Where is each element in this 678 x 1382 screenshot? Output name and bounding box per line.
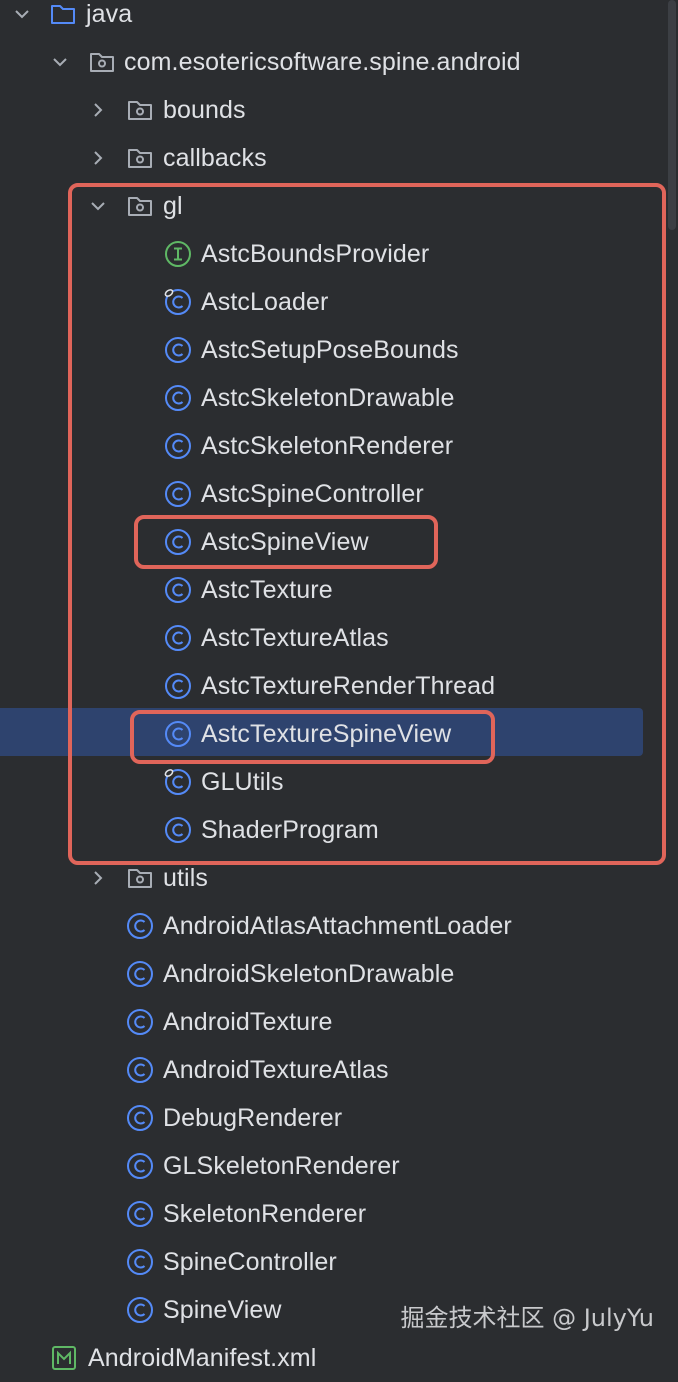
tree-row-label: AndroidManifest.xml [88, 1344, 317, 1372]
tree-row-label: AstcSetupPoseBounds [201, 336, 459, 364]
tree-row-label: SkeletonRenderer [163, 1200, 367, 1228]
tree-row-label: AndroidAtlasAttachmentLoader [163, 912, 512, 940]
class-icon [127, 1249, 153, 1275]
class-icon [165, 337, 191, 363]
folder-icon [51, 5, 75, 24]
chevron-right-icon[interactable] [88, 868, 108, 888]
tree-row-shader-program[interactable]: ShaderProgram [0, 806, 678, 854]
class-icon [127, 1297, 153, 1323]
tree-row-label: SpineView [163, 1296, 282, 1324]
class-icon [165, 433, 191, 459]
tree-row-astc-skeleton-drawable[interactable]: AstcSkeletonDrawable [0, 374, 678, 422]
tree-row-bounds[interactable]: bounds [0, 86, 678, 134]
tree-row-label: AstcSkeletonRenderer [201, 432, 454, 460]
tree-row-package[interactable]: com.esotericsoftware.spine.android [0, 38, 678, 86]
tree-row-label: AstcSpineController [201, 480, 424, 508]
watermark-text: 掘金技术社区 @ JulyYu [400, 1304, 654, 1332]
tree-row-debug-renderer[interactable]: DebugRenderer [0, 1094, 678, 1142]
tree-row-label: AstcSkeletonDrawable [201, 384, 455, 412]
class-icon [127, 913, 153, 939]
class-icon [165, 385, 191, 411]
tree-row-astc-spine-controller[interactable]: AstcSpineController [0, 470, 678, 518]
class-icon [165, 625, 191, 651]
tree-row-label: AndroidSkeletonDrawable [163, 960, 455, 988]
tree-row-spine-controller[interactable]: SpineController [0, 1238, 678, 1286]
tree-row-astc-texture-spine-view[interactable]: AstcTextureSpineView [0, 710, 678, 758]
tree-row-label: AstcTextureRenderThread [201, 672, 496, 700]
chevron-right-icon[interactable] [88, 148, 108, 168]
class-icon [127, 1009, 153, 1035]
package-icon [90, 53, 114, 72]
class-icon [164, 769, 191, 795]
tree-row-label: AstcTextureSpineView [201, 720, 452, 748]
tree-row-android-skeleton-drawable[interactable]: AndroidSkeletonDrawable [0, 950, 678, 998]
tree-row-label: com.esotericsoftware.spine.android [124, 48, 521, 76]
tree-row-gl-skeleton-renderer[interactable]: GLSkeletonRenderer [0, 1142, 678, 1190]
tree-row-astc-loader[interactable]: AstcLoader [0, 278, 678, 326]
class-icon [127, 1105, 153, 1131]
tree-row-astc-bounds-provider[interactable]: AstcBoundsProvider [0, 230, 678, 278]
tree-row-label: AstcTextureAtlas [201, 624, 389, 652]
tree-row-astc-texture-atlas[interactable]: AstcTextureAtlas [0, 614, 678, 662]
package-icon [128, 869, 152, 888]
tree-row-label: gl [163, 192, 183, 220]
tree-row-gl-utils[interactable]: GLUtils [0, 758, 678, 806]
tree-row-label: GLSkeletonRenderer [163, 1152, 400, 1180]
tree-row-astc-skeleton-renderer[interactable]: AstcSkeletonRenderer [0, 422, 678, 470]
tree-row-android-texture[interactable]: AndroidTexture [0, 998, 678, 1046]
tree-row-java[interactable]: java [0, 0, 678, 38]
class-icon [165, 481, 191, 507]
manifest-icon [52, 1346, 76, 1370]
tree-row-gl[interactable]: gl [0, 182, 678, 230]
tree-row-label: utils [163, 864, 208, 892]
tree-row-label: AndroidTextureAtlas [163, 1056, 389, 1084]
tree-row-label: ShaderProgram [201, 816, 379, 844]
tree-row-label: AstcLoader [201, 288, 329, 316]
tree-row-android-atlas-attachment-loader[interactable]: AndroidAtlasAttachmentLoader [0, 902, 678, 950]
project-tree: java com.esotericsoftware.spine.android … [0, 0, 678, 1372]
interface-icon [165, 241, 191, 267]
tree-row-android-texture-atlas[interactable]: AndroidTextureAtlas [0, 1046, 678, 1094]
chevron-down-icon[interactable] [50, 52, 70, 72]
tree-row-astc-setup-pose-bounds[interactable]: AstcSetupPoseBounds [0, 326, 678, 374]
vertical-scrollbar[interactable] [668, 0, 676, 230]
package-icon [128, 101, 152, 120]
tree-row-label: AndroidTexture [163, 1008, 333, 1036]
tree-row-label: java [86, 0, 133, 28]
package-icon [128, 197, 152, 216]
tree-row-utils[interactable]: utils [0, 854, 678, 902]
tree-row-label: GLUtils [201, 768, 284, 796]
chevron-down-icon[interactable] [12, 4, 32, 24]
class-icon [164, 289, 191, 315]
class-icon [165, 721, 191, 747]
package-icon [128, 149, 152, 168]
tree-row-astc-texture[interactable]: AstcTexture [0, 566, 678, 614]
chevron-right-icon[interactable] [88, 100, 108, 120]
class-icon [165, 817, 191, 843]
tree-row-callbacks[interactable]: callbacks [0, 134, 678, 182]
tree-row-label: AstcTexture [201, 576, 333, 604]
tree-row-label: bounds [163, 96, 246, 124]
tree-row-label: callbacks [163, 144, 267, 172]
tree-row-label: DebugRenderer [163, 1104, 343, 1132]
tree-row-label: SpineController [163, 1248, 337, 1276]
class-icon [127, 1057, 153, 1083]
class-icon [165, 577, 191, 603]
tree-row-skeleton-renderer[interactable]: SkeletonRenderer [0, 1190, 678, 1238]
class-icon [165, 673, 191, 699]
class-icon [127, 961, 153, 987]
tree-row-astc-spine-view[interactable]: AstcSpineView [0, 518, 678, 566]
chevron-down-icon[interactable] [88, 196, 108, 216]
class-icon [127, 1153, 153, 1179]
tree-row-label: AstcSpineView [201, 528, 369, 556]
tree-row-label: AstcBoundsProvider [201, 240, 430, 268]
tree-row-android-manifest[interactable]: AndroidManifest.xml [0, 1334, 678, 1382]
tree-row-astc-texture-render-thread[interactable]: AstcTextureRenderThread [0, 662, 678, 710]
class-icon [127, 1201, 153, 1227]
class-icon [165, 529, 191, 555]
